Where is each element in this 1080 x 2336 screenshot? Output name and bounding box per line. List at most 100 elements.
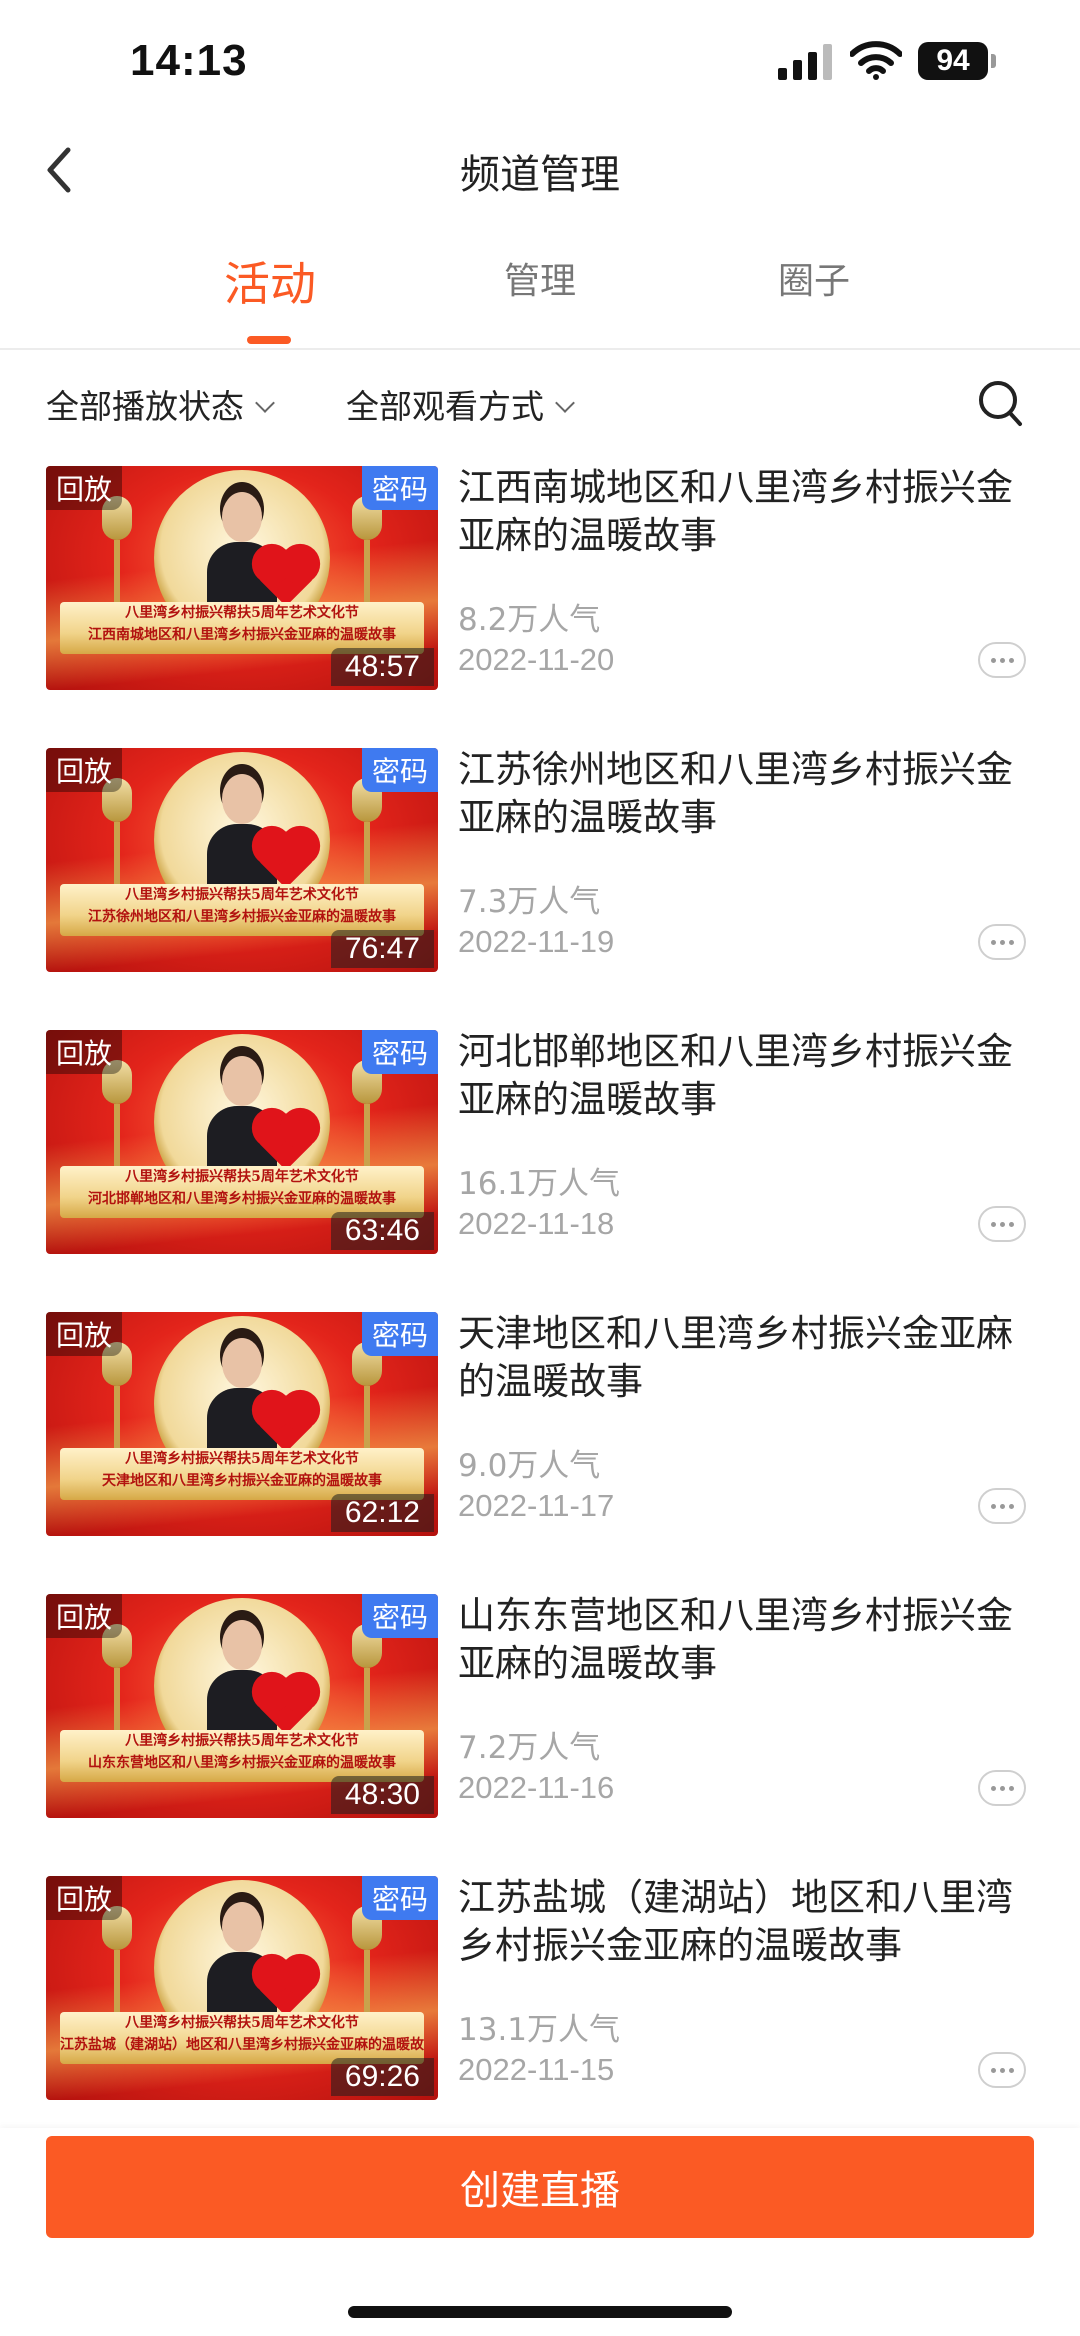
list-item[interactable]: 八里湾乡村振兴帮扶5周年艺术文化节 江苏盐城（建湖站）地区和八里湾乡村振兴金亚麻…: [0, 1876, 1080, 2108]
replay-badge: 回放: [46, 1312, 123, 1356]
tab-manage[interactable]: 管理: [504, 252, 576, 304]
video-thumbnail[interactable]: 八里湾乡村振兴帮扶5周年艺术文化节 山东东营地区和八里湾乡村振兴金亚麻的温暖故事…: [46, 1594, 438, 1818]
filter-view-mode[interactable]: 全部观看方式: [346, 380, 575, 428]
nav-bar: 频道管理: [0, 120, 1080, 220]
more-dots-icon[interactable]: [978, 924, 1026, 960]
microphone-icon: [102, 1060, 132, 1170]
item-title[interactable]: 河北邯郸地区和八里湾乡村振兴金亚麻的温暖故事: [458, 1028, 1038, 1124]
wifi-icon: [850, 41, 902, 80]
replay-badge: 回放: [46, 1594, 123, 1638]
status-time: 14:13: [130, 36, 248, 85]
tab-activity[interactable]: 活动: [224, 248, 316, 314]
password-badge: 密码: [361, 466, 438, 510]
microphone-icon: [352, 1060, 382, 1170]
item-title[interactable]: 江西南城地区和八里湾乡村振兴金亚麻的温暖故事: [458, 464, 1038, 560]
password-badge: 密码: [361, 1030, 438, 1074]
item-date: 2022-11-17: [458, 1488, 615, 1523]
item-date: 2022-11-16: [458, 1770, 615, 1805]
replay-badge: 回放: [46, 1876, 123, 1920]
banner-line-1: 八里湾乡村振兴帮扶5周年艺术文化节: [125, 1451, 359, 1467]
video-duration: 48:30: [330, 1776, 434, 1814]
item-title[interactable]: 天津地区和八里湾乡村振兴金亚麻的温暖故事: [458, 1310, 1038, 1406]
banner-line-1: 八里湾乡村振兴帮扶5周年艺术文化节: [125, 2015, 359, 2031]
list-item[interactable]: 八里湾乡村振兴帮扶5周年艺术文化节 天津地区和八里湾乡村振兴金亚麻的温暖故事 回…: [0, 1312, 1080, 1544]
filter-view-mode-label: 全部观看方式: [346, 387, 544, 426]
chevron-down-icon: [555, 393, 575, 413]
item-popularity: 9.0万人气: [458, 1448, 601, 1484]
password-badge: 密码: [361, 1876, 438, 1920]
chevron-down-icon: [255, 393, 275, 413]
tab-bar: 活动 管理 圈子: [0, 240, 1080, 350]
microphone-icon: [352, 1624, 382, 1734]
password-badge: 密码: [361, 748, 438, 792]
banner-line-2: 山东东营地区和八里湾乡村振兴金亚麻的温暖故事: [88, 1755, 396, 1771]
video-duration: 63:46: [330, 1212, 434, 1250]
banner-line-2: 江苏徐州地区和八里湾乡村振兴金亚麻的温暖故事: [88, 909, 396, 925]
microphone-icon: [352, 496, 382, 606]
item-title[interactable]: 山东东营地区和八里湾乡村振兴金亚麻的温暖故事: [458, 1592, 1038, 1688]
status-bar: 14:13 94: [0, 0, 1080, 120]
microphone-icon: [102, 1342, 132, 1452]
microphone-icon: [352, 1342, 382, 1452]
banner-line-1: 八里湾乡村振兴帮扶5周年艺术文化节: [125, 605, 359, 621]
replay-badge: 回放: [46, 748, 123, 792]
banner-line-2: 河北邯郸地区和八里湾乡村振兴金亚麻的温暖故事: [88, 1191, 396, 1207]
microphone-icon: [352, 1906, 382, 2016]
video-thumbnail[interactable]: 八里湾乡村振兴帮扶5周年艺术文化节 江苏盐城（建湖站）地区和八里湾乡村振兴金亚麻…: [46, 1876, 438, 2100]
banner-line-1: 八里湾乡村振兴帮扶5周年艺术文化节: [125, 1169, 359, 1185]
event-banner: 八里湾乡村振兴帮扶5周年艺术文化节 山东东营地区和八里湾乡村振兴金亚麻的温暖故事: [60, 1730, 424, 1782]
banner-line-2: 江西南城地区和八里湾乡村振兴金亚麻的温暖故事: [88, 627, 396, 643]
battery-tip: [991, 54, 996, 68]
list-item[interactable]: 八里湾乡村振兴帮扶5周年艺术文化节 江苏徐州地区和八里湾乡村振兴金亚麻的温暖故事…: [0, 748, 1080, 980]
item-popularity: 7.3万人气: [458, 884, 601, 920]
item-title[interactable]: 江苏徐州地区和八里湾乡村振兴金亚麻的温暖故事: [458, 746, 1038, 842]
microphone-icon: [102, 778, 132, 888]
filter-play-status[interactable]: 全部播放状态: [46, 380, 275, 428]
search-icon[interactable]: [976, 378, 1024, 430]
battery-indicator: 94: [918, 42, 988, 80]
home-indicator: [348, 2306, 732, 2318]
footer: 创建直播: [0, 2128, 1080, 2336]
item-title[interactable]: 江苏盐城（建湖站）地区和八里湾乡村振兴金亚麻的温暖故事: [458, 1874, 1038, 1970]
banner-line-2: 天津地区和八里湾乡村振兴金亚麻的温暖故事: [102, 1473, 382, 1489]
video-duration: 48:57: [330, 648, 434, 686]
microphone-icon: [102, 496, 132, 606]
page-title: 频道管理: [460, 152, 620, 198]
list-item[interactable]: 八里湾乡村振兴帮扶5周年艺术文化节 山东东营地区和八里湾乡村振兴金亚麻的温暖故事…: [0, 1594, 1080, 1826]
list-item[interactable]: 八里湾乡村振兴帮扶5周年艺术文化节 河北邯郸地区和八里湾乡村振兴金亚麻的温暖故事…: [0, 1030, 1080, 1262]
item-date: 2022-11-19: [458, 924, 615, 959]
active-tab-indicator: [247, 336, 291, 344]
microphone-icon: [102, 1624, 132, 1734]
banner-line-1: 八里湾乡村振兴帮扶5周年艺术文化节: [125, 1733, 359, 1749]
video-duration: 69:26: [330, 2058, 434, 2096]
video-thumbnail[interactable]: 八里湾乡村振兴帮扶5周年艺术文化节 江西南城地区和八里湾乡村振兴金亚麻的温暖故事…: [46, 466, 438, 690]
item-date: 2022-11-15: [458, 2052, 615, 2087]
tab-circle[interactable]: 圈子: [778, 252, 850, 304]
event-banner: 八里湾乡村振兴帮扶5周年艺术文化节 河北邯郸地区和八里湾乡村振兴金亚麻的温暖故事: [60, 1166, 424, 1218]
create-live-button[interactable]: 创建直播: [46, 2136, 1034, 2238]
item-popularity: 13.1万人气: [458, 2012, 621, 2048]
cellular-signal-icon: [778, 44, 832, 80]
banner-line-1: 八里湾乡村振兴帮扶5周年艺术文化节: [125, 887, 359, 903]
more-dots-icon[interactable]: [978, 2052, 1026, 2088]
video-thumbnail[interactable]: 八里湾乡村振兴帮扶5周年艺术文化节 江苏徐州地区和八里湾乡村振兴金亚麻的温暖故事…: [46, 748, 438, 972]
item-popularity: 7.2万人气: [458, 1730, 601, 1766]
event-banner: 八里湾乡村振兴帮扶5周年艺术文化节 江苏盐城（建湖站）地区和八里湾乡村振兴金亚麻…: [60, 2012, 424, 2064]
replay-badge: 回放: [46, 1030, 123, 1074]
password-badge: 密码: [361, 1312, 438, 1356]
more-dots-icon[interactable]: [978, 1488, 1026, 1524]
more-dots-icon[interactable]: [978, 1206, 1026, 1242]
more-dots-icon[interactable]: [978, 642, 1026, 678]
video-duration: 62:12: [330, 1494, 434, 1532]
item-date: 2022-11-20: [458, 642, 615, 677]
event-banner: 八里湾乡村振兴帮扶5周年艺术文化节 江苏徐州地区和八里湾乡村振兴金亚麻的温暖故事: [60, 884, 424, 936]
video-thumbnail[interactable]: 八里湾乡村振兴帮扶5周年艺术文化节 天津地区和八里湾乡村振兴金亚麻的温暖故事 回…: [46, 1312, 438, 1536]
item-popularity: 16.1万人气: [458, 1166, 621, 1202]
item-date: 2022-11-18: [458, 1206, 615, 1241]
more-dots-icon[interactable]: [978, 1770, 1026, 1806]
list-item[interactable]: 八里湾乡村振兴帮扶5周年艺术文化节 江西南城地区和八里湾乡村振兴金亚麻的温暖故事…: [0, 466, 1080, 698]
filter-bar: 全部播放状态 全部观看方式: [0, 370, 1080, 440]
item-popularity: 8.2万人气: [458, 602, 601, 638]
video-duration: 76:47: [330, 930, 434, 968]
video-thumbnail[interactable]: 八里湾乡村振兴帮扶5周年艺术文化节 河北邯郸地区和八里湾乡村振兴金亚麻的温暖故事…: [46, 1030, 438, 1254]
